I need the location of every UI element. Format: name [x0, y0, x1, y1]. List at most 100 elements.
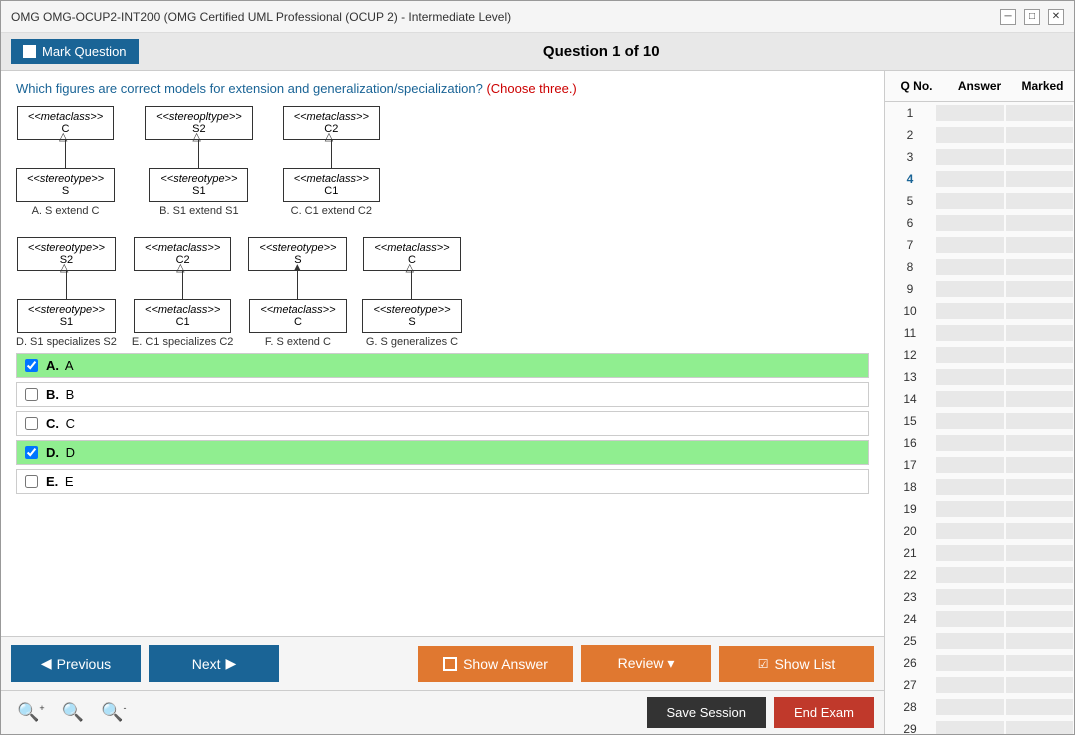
diagram-E-arrow [182, 271, 183, 299]
list-item[interactable]: 14 [885, 388, 1074, 410]
option-A-checkbox[interactable] [25, 359, 38, 372]
answer-options: A. A B. B C. C D. D [16, 353, 869, 494]
list-item[interactable]: 25 [885, 630, 1074, 652]
option-A-label: A. A [46, 358, 74, 373]
option-B[interactable]: B. B [16, 382, 869, 407]
list-item[interactable]: 3 [885, 146, 1074, 168]
diagram-D-caption: D. S1 specializes S2 [16, 336, 117, 348]
option-E[interactable]: E. E [16, 469, 869, 494]
list-item[interactable]: 19 [885, 498, 1074, 520]
question-header: Question 1 of 10 [543, 43, 660, 60]
diagram-B-bot: <<stereotype>>S1 [149, 168, 248, 202]
list-item[interactable]: 13 [885, 366, 1074, 388]
sidebar-header: Q No. Answer Marked [885, 71, 1074, 102]
option-C-checkbox[interactable] [25, 417, 38, 430]
maximize-button[interactable]: □ [1024, 9, 1040, 25]
list-item[interactable]: 2 [885, 124, 1074, 146]
content-area: Which figures are correct models for ext… [1, 71, 1074, 734]
diagram-G: <<metaclass>>C <<stereotype>>S G. S gene… [362, 237, 461, 348]
save-session-label: Save Session [667, 705, 747, 720]
next-button[interactable]: Next ▶ [149, 645, 279, 682]
list-item[interactable]: 28 [885, 696, 1074, 718]
list-item[interactable]: 6 [885, 212, 1074, 234]
option-D-label: D. D [46, 445, 75, 460]
list-item[interactable]: 1 [885, 102, 1074, 124]
diagram-F-bot: <<metaclass>>C [249, 299, 346, 333]
prev-arrow-icon: ◀ [41, 655, 52, 672]
zoom-out-button[interactable]: 🔍- [95, 699, 132, 726]
sidebar-scroll[interactable]: 1 2 3 4 5 6 7 8 9 10 11 12 13 14 15 16 1… [885, 102, 1074, 734]
diagram-E-bot: <<metaclass>>C1 [134, 299, 231, 333]
review-dropdown-icon: ▾ [667, 655, 674, 671]
list-item[interactable]: 9 [885, 278, 1074, 300]
list-item[interactable]: 20 [885, 520, 1074, 542]
title-bar: OMG OMG-OCUP2-INT200 (OMG Certified UML … [1, 1, 1074, 33]
diagram-F: <<stereotype>>S <<metaclass>>C F. S exte… [248, 237, 347, 348]
list-item[interactable]: 24 [885, 608, 1074, 630]
zoom-controls: 🔍+ 🔍 🔍- [11, 699, 133, 726]
option-C-label: C. C [46, 416, 75, 431]
list-item[interactable]: 27 [885, 674, 1074, 696]
list-item[interactable]: 26 [885, 652, 1074, 674]
show-answer-button[interactable]: Show Answer [418, 646, 573, 682]
list-item[interactable]: 12 [885, 344, 1074, 366]
sidebar-col-qno: Q No. [885, 76, 948, 96]
show-list-button[interactable]: ☑ Show List [719, 646, 874, 682]
list-item[interactable]: 23 [885, 586, 1074, 608]
option-D-checkbox[interactable] [25, 446, 38, 459]
list-item[interactable]: 17 [885, 454, 1074, 476]
option-B-label: B. B [46, 387, 74, 402]
diagram-C-arrow [331, 140, 332, 168]
review-label: Review [618, 655, 664, 671]
review-button[interactable]: Review ▾ [581, 645, 711, 682]
list-item[interactable]: 4 [885, 168, 1074, 190]
option-D[interactable]: D. D [16, 440, 869, 465]
sidebar-col-marked: Marked [1011, 76, 1074, 96]
option-C[interactable]: C. C [16, 411, 869, 436]
save-session-button[interactable]: Save Session [647, 697, 767, 728]
main-panel: Which figures are correct models for ext… [1, 71, 884, 734]
list-item[interactable]: 18 [885, 476, 1074, 498]
list-item[interactable]: 7 [885, 234, 1074, 256]
mark-question-button[interactable]: Mark Question [11, 39, 139, 64]
diagram-E: <<metaclass>>C2 <<metaclass>>C1 E. C1 sp… [132, 237, 234, 348]
session-end-controls: Save Session End Exam [647, 697, 874, 728]
diagram-A-caption: A. S extend C [32, 205, 100, 217]
option-E-label: E. E [46, 474, 74, 489]
main-window: OMG OMG-OCUP2-INT200 (OMG Certified UML … [0, 0, 1075, 735]
diagram-B-caption: B. S1 extend S1 [159, 205, 239, 217]
list-item[interactable]: 16 [885, 432, 1074, 454]
bottom-actions: 🔍+ 🔍 🔍- Save Session End Exam [1, 690, 884, 734]
question-main-text: Which figures are correct models for ext… [16, 81, 483, 96]
minimize-button[interactable]: ─ [1000, 9, 1016, 25]
diagram-A-arrow [65, 140, 66, 168]
zoom-reset-button[interactable]: 🔍 [56, 699, 90, 726]
zoom-in-button[interactable]: 🔍+ [11, 699, 51, 726]
list-item[interactable]: 22 [885, 564, 1074, 586]
diagram-D: <<stereotype>>S2 <<stereotype>>S1 D. S1 … [16, 237, 117, 348]
list-item[interactable]: 29 [885, 718, 1074, 734]
list-item[interactable]: 15 [885, 410, 1074, 432]
previous-button[interactable]: ◀ Previous [11, 645, 141, 682]
option-E-checkbox[interactable] [25, 475, 38, 488]
diagram-C-bot: <<metaclass>>C1 [283, 168, 380, 202]
option-A[interactable]: A. A [16, 353, 869, 378]
list-item[interactable]: 5 [885, 190, 1074, 212]
list-item[interactable]: 8 [885, 256, 1074, 278]
diagram-A-bot: <<stereotype>>S [16, 168, 115, 202]
bottom-nav: ◀ Previous Next ▶ Show Answer Review ▾ [1, 636, 884, 690]
show-list-label: Show List [775, 656, 836, 672]
show-list-icon: ☑ [758, 657, 769, 671]
list-item[interactable]: 10 [885, 300, 1074, 322]
diagram-G-caption: G. S generalizes C [366, 336, 458, 348]
list-item[interactable]: 21 [885, 542, 1074, 564]
list-item[interactable]: 11 [885, 322, 1074, 344]
close-button[interactable]: ✕ [1048, 9, 1064, 25]
next-arrow-icon: ▶ [226, 655, 237, 672]
diagram-B: <<stereopltype>>S2 <<stereotype>>S1 B. S… [145, 106, 253, 217]
end-exam-button[interactable]: End Exam [774, 697, 874, 728]
diagram-D-bot: <<stereotype>>S1 [17, 299, 116, 333]
mark-checkbox-icon [23, 45, 36, 58]
option-B-checkbox[interactable] [25, 388, 38, 401]
previous-label: Previous [57, 656, 111, 672]
